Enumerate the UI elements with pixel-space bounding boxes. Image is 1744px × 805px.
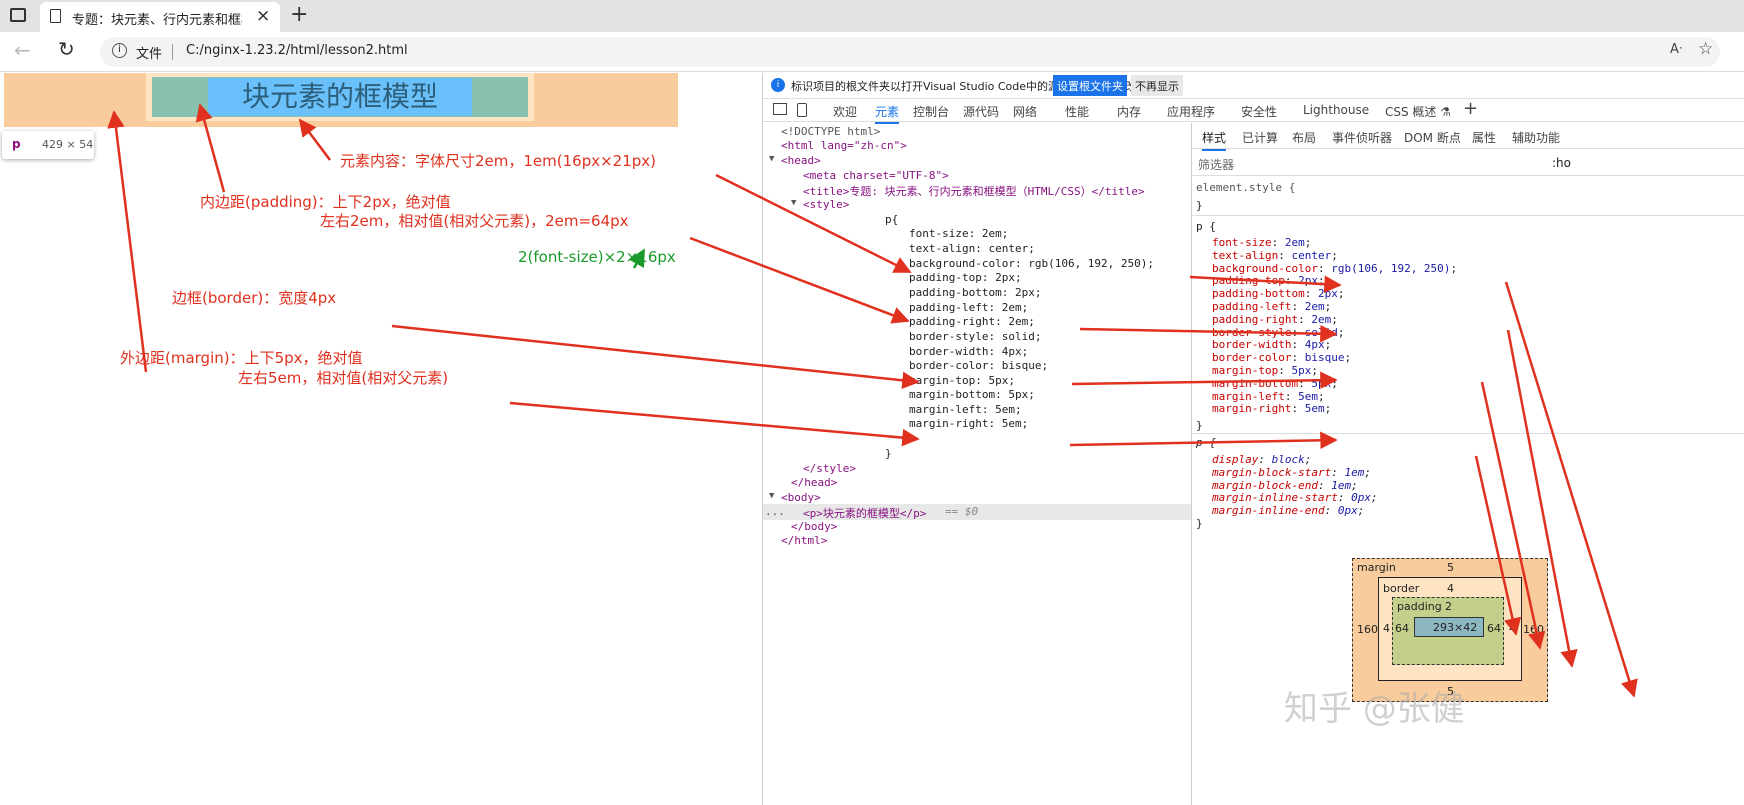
arrow-border-styles <box>1071 371 1338 389</box>
arrow-margin-box <box>1474 455 1522 636</box>
arrow-padding-box <box>1506 329 1578 668</box>
arrow-padding-dom <box>689 236 910 324</box>
arrow-margin-page <box>107 110 148 373</box>
arrow-padding-styles <box>1079 324 1338 343</box>
arrow-content-dom <box>715 173 912 274</box>
arrow-margin-styles <box>1069 431 1338 450</box>
arrow-border-dom <box>391 324 920 390</box>
arrow-margin-dom <box>509 401 920 447</box>
arrow-content-box <box>1504 281 1638 698</box>
annotation-arrows <box>107 103 1638 698</box>
arrow-content-page <box>298 118 331 161</box>
arrow-padding-page <box>195 103 226 193</box>
arrow-content-styles <box>1189 275 1342 293</box>
arrow-font-calc <box>628 248 646 269</box>
